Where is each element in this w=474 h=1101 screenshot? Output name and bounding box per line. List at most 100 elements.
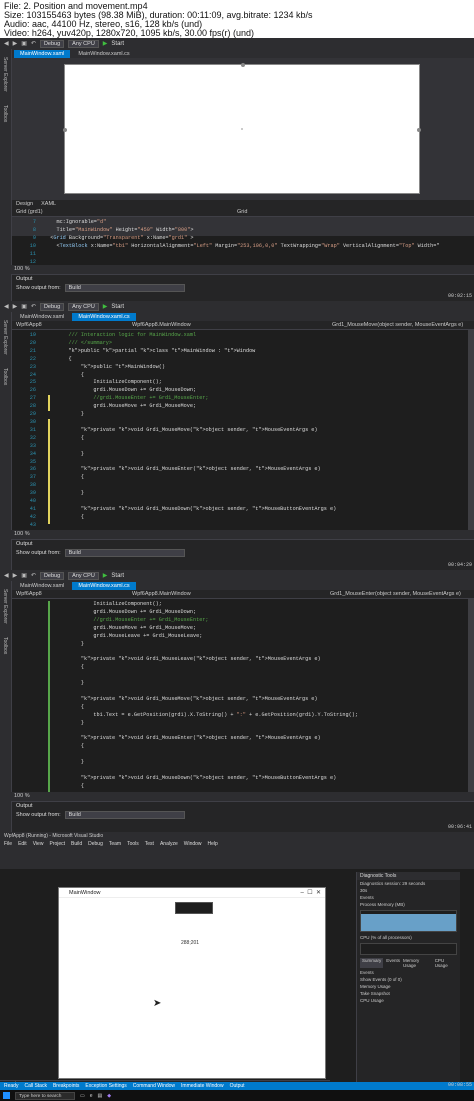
server-explorer-tab[interactable]: Server Explorer bbox=[2, 57, 8, 92]
status-tab[interactable]: Exception Settings bbox=[85, 1082, 126, 1090]
toolbox-tab[interactable]: Toolbox bbox=[2, 637, 8, 654]
output-source-dropdown[interactable]: Build bbox=[64, 284, 185, 292]
start-button[interactable]: Start bbox=[111, 304, 124, 310]
code-line: <Grid Background="Transparent" x:Name="g… bbox=[44, 234, 194, 241]
forward-icon[interactable]: ▶ bbox=[13, 40, 18, 47]
server-explorer-tab[interactable]: Server Explorer bbox=[2, 589, 8, 624]
diag-tab[interactable]: CPU Usage bbox=[435, 958, 457, 968]
save-icon[interactable]: ▣ bbox=[21, 40, 27, 47]
config-dropdown[interactable]: Debug bbox=[39, 302, 65, 311]
nav-right[interactable]: Grid bbox=[237, 208, 247, 217]
nav-member[interactable]: Grd1_MouseMove(object sender, MouseEvent… bbox=[332, 321, 463, 330]
server-explorer-tab[interactable]: Server Explorer bbox=[2, 320, 8, 355]
nav-left[interactable]: Grid (grd1) bbox=[16, 209, 43, 215]
platform-dropdown[interactable]: Any CPU bbox=[68, 302, 99, 311]
config-dropdown[interactable]: Debug bbox=[39, 571, 65, 580]
output-source-dropdown[interactable]: Build bbox=[64, 549, 185, 557]
nav-class[interactable]: Wpf6App8.MainWindow bbox=[132, 321, 191, 330]
menu-item[interactable]: Build bbox=[71, 840, 82, 849]
resize-handle[interactable] bbox=[63, 128, 67, 132]
diag-show-events[interactable]: Show Events (0 of 0) bbox=[357, 976, 460, 983]
menu-item[interactable]: Test bbox=[145, 840, 154, 849]
edge-icon[interactable]: e bbox=[90, 1093, 93, 1099]
status-tab[interactable]: Immediate Window bbox=[181, 1082, 224, 1090]
status-tab[interactable]: Command Window bbox=[133, 1082, 175, 1090]
vertical-scrollbar[interactable] bbox=[468, 599, 474, 797]
back-icon[interactable]: ◀ bbox=[4, 572, 9, 579]
nav-class[interactable]: Wpf6App8.MainWindow bbox=[132, 590, 191, 599]
window-preview[interactable] bbox=[63, 63, 421, 194]
start-button[interactable]: Start bbox=[111, 41, 124, 47]
tab-mainwindow-xaml[interactable]: MainWindow.xaml bbox=[14, 582, 70, 590]
windows-start-icon[interactable] bbox=[3, 1092, 10, 1099]
design-tab[interactable]: Design bbox=[16, 200, 33, 208]
menu-item[interactable]: Edit bbox=[18, 840, 27, 849]
diag-tab[interactable]: Summary bbox=[360, 958, 384, 968]
forward-icon[interactable]: ▶ bbox=[13, 303, 18, 310]
back-icon[interactable]: ◀ bbox=[4, 303, 9, 310]
tab-mainwindow-xaml-cs[interactable]: MainWindow.xaml.cs bbox=[72, 313, 136, 321]
toolbox-tab[interactable]: Toolbox bbox=[2, 105, 8, 122]
start-icon[interactable]: ▶ bbox=[103, 572, 108, 579]
resize-handle[interactable] bbox=[417, 128, 421, 132]
code-line: grd1.MouseMove += Grd1_MouseMove; bbox=[56, 403, 197, 410]
forward-icon[interactable]: ▶ bbox=[13, 572, 18, 579]
zoom-level[interactable]: 100 % bbox=[14, 531, 30, 537]
menu-item[interactable]: Window bbox=[184, 840, 202, 849]
minimize-icon[interactable]: ‒ bbox=[301, 890, 304, 896]
xaml-tab[interactable]: XAML bbox=[41, 200, 56, 208]
toolbox-tab[interactable]: Toolbox bbox=[2, 368, 8, 385]
menu-item[interactable]: Project bbox=[49, 840, 65, 849]
save-icon[interactable]: ▣ bbox=[21, 572, 27, 579]
back-icon[interactable]: ◀ bbox=[4, 40, 9, 47]
running-app-window[interactable]: MainWindow ‒ ☐ ✕ 288;201 bbox=[58, 887, 326, 1079]
xaml-editor[interactable]: mc:Ignorable="d" Title="MainWindow" Heig… bbox=[44, 219, 468, 267]
vertical-scrollbar[interactable] bbox=[468, 330, 474, 530]
menu-item[interactable]: Help bbox=[208, 840, 218, 849]
menu-item[interactable]: Tools bbox=[127, 840, 139, 849]
tab-mainwindow-xaml-cs[interactable]: MainWindow.xaml.cs bbox=[72, 50, 135, 58]
tab-mainwindow-xaml[interactable]: MainWindow.xaml bbox=[14, 313, 70, 321]
task-view-icon[interactable]: ▭ bbox=[80, 1093, 85, 1099]
diag-tab[interactable]: Memory Usage bbox=[403, 958, 432, 968]
config-dropdown[interactable]: Debug bbox=[39, 39, 65, 48]
diag-tab[interactable]: Events bbox=[386, 958, 400, 968]
undo-icon[interactable]: ↶ bbox=[31, 572, 36, 579]
start-icon[interactable]: ▶ bbox=[103, 303, 108, 310]
menu-item[interactable]: Debug bbox=[88, 840, 103, 849]
nav-member[interactable]: Grd1_MouseEnter(object sender, MouseEven… bbox=[330, 590, 461, 599]
status-tab[interactable]: Call Stack bbox=[24, 1082, 47, 1090]
zoom-level[interactable]: 100 % bbox=[14, 266, 30, 272]
start-icon[interactable]: ▶ bbox=[103, 40, 108, 47]
start-button[interactable]: Start bbox=[111, 573, 124, 579]
resize-handle[interactable] bbox=[241, 63, 245, 67]
maximize-icon[interactable]: ☐ bbox=[307, 890, 312, 896]
save-icon[interactable]: ▣ bbox=[21, 303, 27, 310]
live-visual-tree-toolbar[interactable] bbox=[175, 902, 213, 914]
status-tab[interactable]: Breakpoints bbox=[53, 1082, 79, 1090]
csharp-editor[interactable]: /// Interaction logic for MainWindow.xam… bbox=[56, 332, 468, 530]
undo-icon[interactable]: ↶ bbox=[31, 40, 36, 47]
nav-project[interactable]: Wpf6App8 bbox=[16, 591, 42, 597]
menu-item[interactable]: View bbox=[33, 840, 44, 849]
tab-mainwindow-xaml[interactable]: MainWindow.xaml bbox=[14, 50, 71, 58]
platform-dropdown[interactable]: Any CPU bbox=[68, 571, 99, 580]
menu-item[interactable]: Team bbox=[109, 840, 121, 849]
app-title: MainWindow bbox=[69, 890, 101, 896]
close-icon[interactable]: ✕ bbox=[316, 890, 321, 896]
zoom-level[interactable]: 100 % bbox=[14, 793, 30, 799]
menu-item[interactable]: File bbox=[4, 840, 12, 849]
take-snapshot-button[interactable]: Take Snapshot bbox=[357, 990, 460, 997]
csharp-editor[interactable]: InitializeComponent(); grd1.MouseDown +=… bbox=[56, 601, 468, 797]
tab-mainwindow-xaml-cs[interactable]: MainWindow.xaml.cs bbox=[72, 582, 136, 590]
undo-icon[interactable]: ↶ bbox=[31, 303, 36, 310]
output-source-dropdown[interactable]: Build bbox=[64, 811, 185, 819]
vs-icon[interactable]: ◆ bbox=[107, 1093, 111, 1099]
platform-dropdown[interactable]: Any CPU bbox=[68, 39, 99, 48]
menu-item[interactable]: Analyze bbox=[160, 840, 178, 849]
explorer-icon[interactable]: ▤ bbox=[98, 1093, 103, 1099]
taskbar-search[interactable]: Type here to search bbox=[15, 1091, 75, 1100]
nav-project[interactable]: Wpf6App8 bbox=[16, 322, 42, 328]
status-tab[interactable]: Output bbox=[230, 1082, 245, 1090]
diag-title: Diagnostic Tools bbox=[357, 872, 460, 880]
